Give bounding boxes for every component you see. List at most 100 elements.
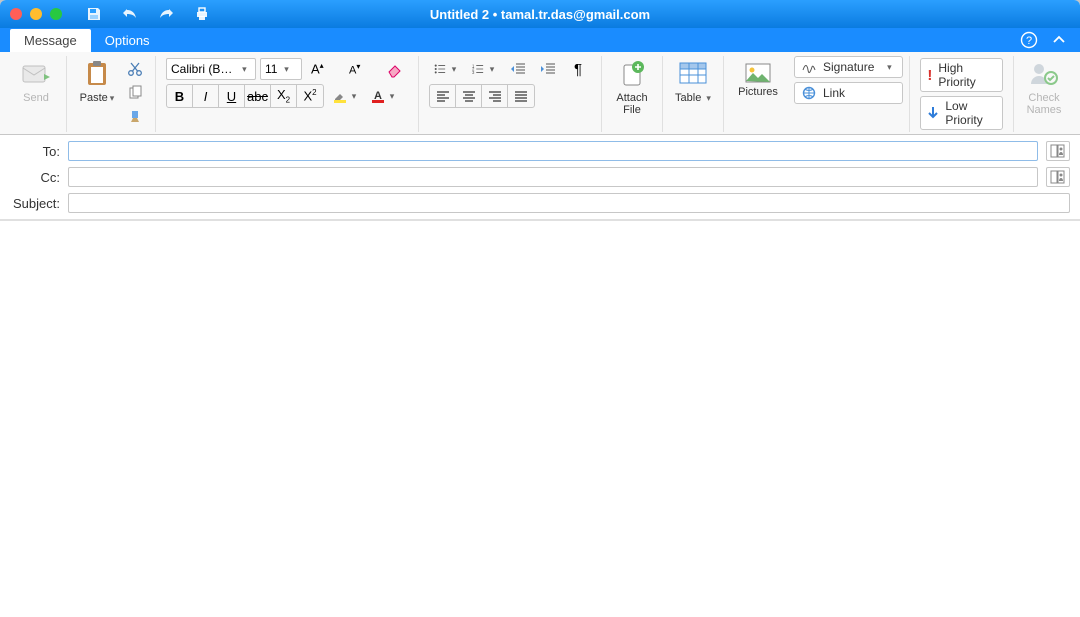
font-size-select[interactable]: 11▾ <box>260 58 302 80</box>
italic-button[interactable]: I <box>193 85 219 107</box>
grow-font-button[interactable]: A▴ <box>306 58 340 80</box>
pilcrow-icon: ¶ <box>574 61 582 78</box>
justify-button[interactable] <box>508 85 534 107</box>
check-names-icon <box>1029 58 1059 90</box>
copy-button[interactable] <box>123 82 147 104</box>
cc-label: Cc: <box>6 170 60 185</box>
increase-indent-button[interactable] <box>535 58 561 80</box>
outdent-icon <box>510 62 526 76</box>
check-names-button[interactable]: CheckNames <box>1020 56 1068 118</box>
clear-formatting-button[interactable] <box>382 58 408 80</box>
paste-icon <box>81 58 113 90</box>
print-icon[interactable] <box>194 6 210 22</box>
font-family-select[interactable]: Calibri (Bo…▾ <box>166 58 256 80</box>
link-icon <box>801 86 817 100</box>
to-field[interactable] <box>68 141 1038 161</box>
message-header-fields: To: Cc: Subject: <box>0 135 1080 220</box>
basic-format-group: B I U abc X2 X2 <box>166 84 324 108</box>
cc-field[interactable] <box>68 167 1038 187</box>
cut-button[interactable] <box>123 58 147 80</box>
ribbon-tab-strip: Message Options ? <box>0 28 1080 52</box>
group-paragraph: ▾ 123▾ ¶ <box>419 56 602 132</box>
superscript-button[interactable]: X2 <box>297 85 323 107</box>
tab-options[interactable]: Options <box>91 29 164 52</box>
link-button[interactable]: Link <box>794 82 903 104</box>
align-right-button[interactable] <box>482 85 508 107</box>
send-button[interactable]: Send <box>12 56 60 106</box>
traffic-lights <box>10 8 62 20</box>
address-book-icon <box>1050 170 1066 184</box>
close-window-button[interactable] <box>10 8 22 20</box>
bold-button[interactable]: B <box>167 85 193 107</box>
group-check-names: CheckNames <box>1014 56 1074 132</box>
tab-message[interactable]: Message <box>10 29 91 52</box>
table-button[interactable]: Table ▾ <box>669 56 717 106</box>
font-color-button[interactable]: A▾ <box>366 85 400 107</box>
clipboard-side <box>121 56 149 130</box>
show-marks-button[interactable]: ¶ <box>565 58 591 80</box>
group-font: Calibri (Bo…▾ 11▾ A▴ A▾ B I U <box>156 56 419 132</box>
group-pictures-link: Pictures Signature▾ Link <box>724 56 910 132</box>
minimize-window-button[interactable] <box>30 8 42 20</box>
table-icon <box>678 58 708 90</box>
subject-field[interactable] <box>68 193 1070 213</box>
scissors-icon <box>127 61 143 77</box>
collapse-ribbon-icon[interactable] <box>1050 31 1068 49</box>
low-priority-icon <box>927 106 939 120</box>
decrease-indent-button[interactable] <box>505 58 531 80</box>
indent-icon <box>540 62 556 76</box>
svg-text:?: ? <box>1026 35 1032 47</box>
highlight-icon <box>333 89 347 103</box>
strikethrough-button[interactable]: abc <box>245 85 271 107</box>
subscript-button[interactable]: X2 <box>271 85 297 107</box>
attach-file-button[interactable]: AttachFile <box>608 56 656 118</box>
high-priority-button[interactable]: ! High Priority <box>920 58 1003 92</box>
format-painter-button[interactable] <box>123 106 147 128</box>
signature-button[interactable]: Signature▾ <box>794 56 903 78</box>
signature-icon <box>801 60 817 74</box>
shrink-font-button[interactable]: A▾ <box>344 58 378 80</box>
compose-window: Untitled 2 • tamal.tr.das@gmail.com Mess… <box>0 0 1080 617</box>
numbering-button[interactable]: 123▾ <box>467 58 501 80</box>
bullets-icon <box>434 62 446 76</box>
window-title: Untitled 2 • tamal.tr.das@gmail.com <box>430 7 650 22</box>
svg-text:3: 3 <box>472 70 475 75</box>
cc-address-book-button[interactable] <box>1046 167 1070 187</box>
help-icon[interactable]: ? <box>1020 31 1038 49</box>
group-table: Table ▾ <box>663 56 724 132</box>
group-send: Send <box>6 56 67 132</box>
message-body[interactable] <box>0 220 1080 617</box>
copy-icon <box>127 85 143 101</box>
numbering-icon: 123 <box>472 62 484 76</box>
save-icon[interactable] <box>86 6 102 22</box>
attach-icon <box>618 58 646 90</box>
font-color-icon: A <box>371 89 385 103</box>
alignment-group <box>429 84 535 108</box>
group-clipboard: Paste▾ <box>67 56 156 132</box>
address-book-icon <box>1050 144 1066 158</box>
picture-icon <box>745 62 771 84</box>
to-address-book-button[interactable] <box>1046 141 1070 161</box>
title-bar: Untitled 2 • tamal.tr.das@gmail.com <box>0 0 1080 28</box>
align-left-button[interactable] <box>430 85 456 107</box>
group-attach: AttachFile <box>602 56 663 132</box>
zoom-window-button[interactable] <box>50 8 62 20</box>
brush-icon <box>127 109 143 125</box>
redo-icon[interactable] <box>158 6 174 22</box>
quick-access-toolbar <box>86 6 210 22</box>
undo-icon[interactable] <box>122 6 138 22</box>
group-priority: ! High Priority Low Priority <box>910 56 1014 132</box>
underline-button[interactable]: U <box>219 85 245 107</box>
high-priority-icon: ! <box>927 67 932 84</box>
paste-button[interactable]: Paste▾ <box>73 56 121 106</box>
low-priority-button[interactable]: Low Priority <box>920 96 1003 130</box>
ribbon: Send Paste▾ <box>0 52 1080 135</box>
pictures-button[interactable]: Pictures <box>730 60 786 100</box>
send-icon <box>20 58 52 90</box>
subject-label: Subject: <box>6 196 60 211</box>
to-label: To: <box>6 144 60 159</box>
bullets-button[interactable]: ▾ <box>429 58 463 80</box>
eraser-icon <box>386 60 404 78</box>
align-center-button[interactable] <box>456 85 482 107</box>
highlight-color-button[interactable]: ▾ <box>328 85 362 107</box>
